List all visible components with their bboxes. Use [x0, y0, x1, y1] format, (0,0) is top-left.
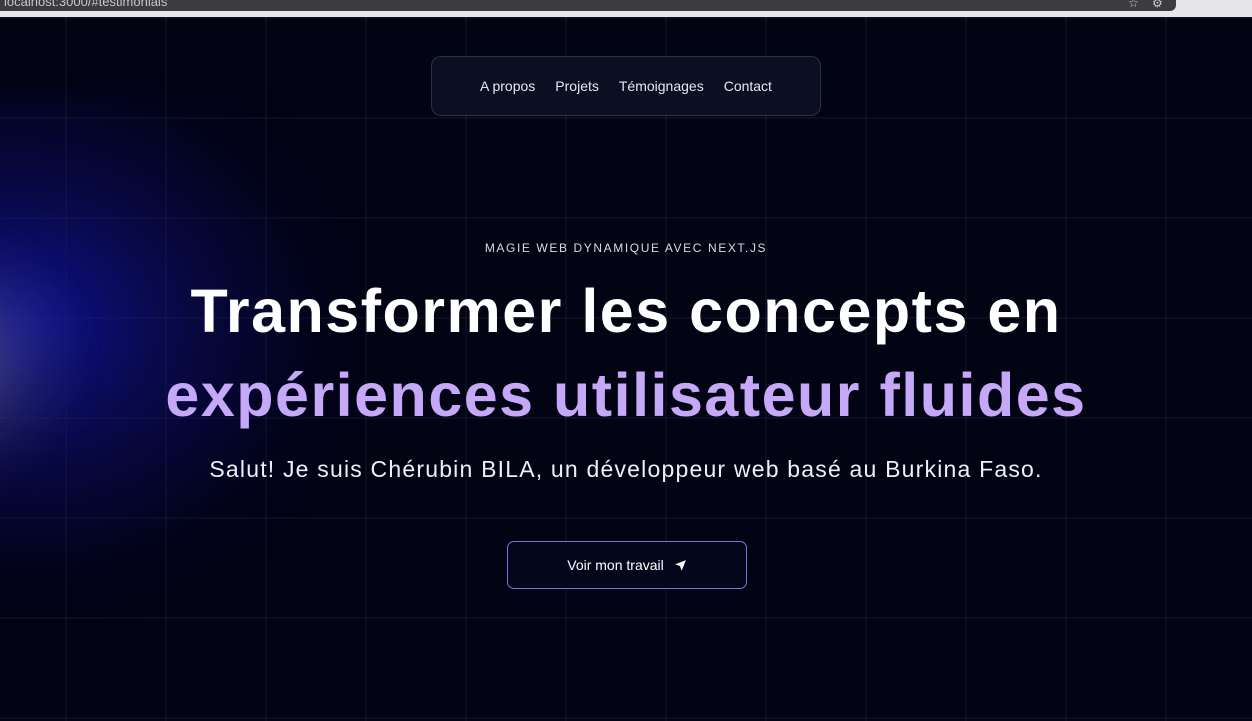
send-arrow-icon: [674, 559, 687, 572]
main-navigation: A propos Projets Témoignages Contact: [431, 56, 821, 116]
cta-label: Voir mon travail: [567, 557, 664, 573]
nav-item-contact[interactable]: Contact: [724, 78, 772, 94]
browser-toolbar: localhost:3000/#testimonials ☆ ⚙: [0, 0, 1252, 17]
nav-item-a-propos[interactable]: A propos: [480, 78, 535, 94]
see-my-work-button[interactable]: Voir mon travail: [507, 541, 747, 589]
hero-title-line-1: Transformer les concepts en: [190, 277, 1062, 345]
page: localhost:3000/#testimonials ☆ ⚙ A propo…: [0, 0, 1252, 721]
hero-title-line-2: expériences utilisateur fluides: [165, 361, 1087, 429]
star-icon[interactable]: ☆: [1128, 0, 1139, 10]
browser-address-bar[interactable]: localhost:3000/#testimonials ☆ ⚙: [0, 0, 1176, 11]
nav-item-temoignages[interactable]: Témoignages: [619, 78, 704, 94]
hero-subtitle: Salut! Je suis Chérubin BILA, un dévelop…: [209, 456, 1043, 482]
browser-url-text: localhost:3000/#testimonials: [4, 0, 168, 9]
hero-eyebrow: MAGIE WEB DYNAMIQUE AVEC NEXT.JS: [484, 241, 768, 255]
nav-item-projets[interactable]: Projets: [555, 78, 599, 94]
extension-icon[interactable]: ⚙: [1152, 0, 1163, 10]
